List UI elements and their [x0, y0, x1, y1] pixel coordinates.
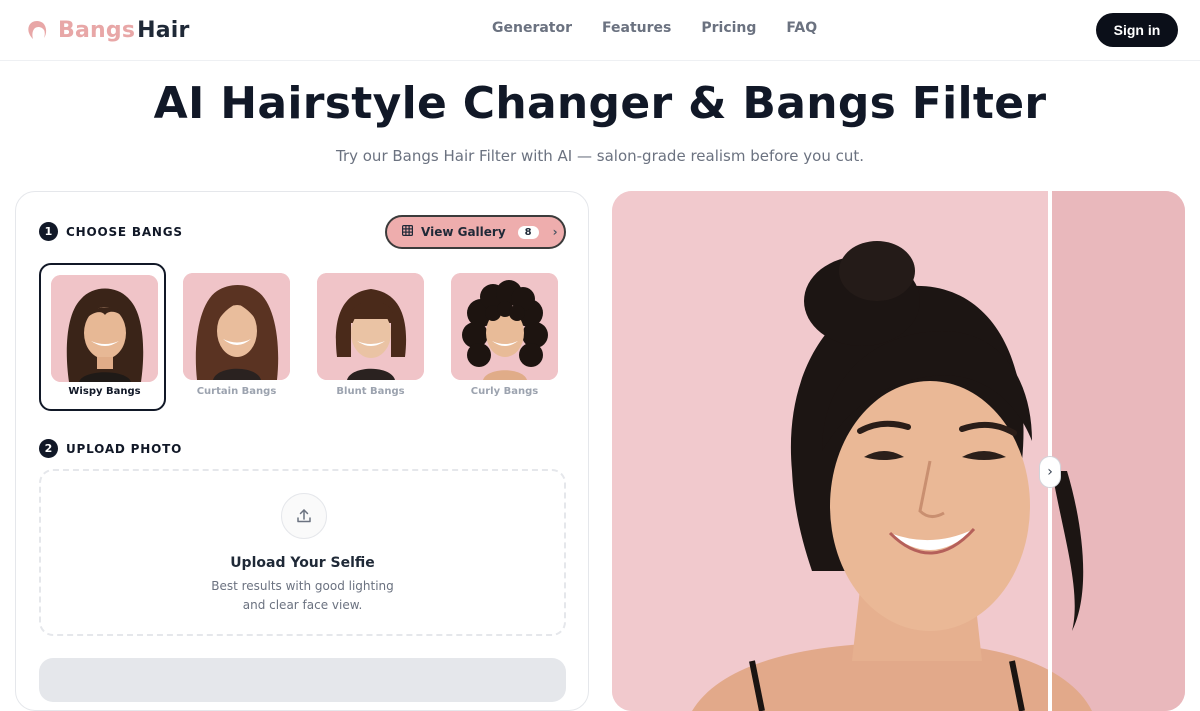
page-title: AI Hairstyle Changer & Bangs Filter — [153, 78, 1047, 129]
logo[interactable]: BangsHair — [26, 14, 190, 46]
style-label: Blunt Bangs — [336, 386, 405, 397]
gallery-count-badge: 8 — [517, 225, 539, 239]
step-choose-bangs: 1 CHOOSE BANGS — [39, 222, 183, 241]
upload-icon — [281, 493, 327, 539]
generate-button[interactable] — [39, 658, 566, 702]
comparison-divider[interactable] — [1048, 191, 1052, 711]
style-label: Curtain Bangs — [196, 386, 277, 397]
main-nav: Generator Features Pricing FAQ — [492, 20, 817, 36]
view-gallery-label: View Gallery — [421, 225, 506, 239]
style-label: Wispy Bangs — [68, 386, 141, 397]
style-label: Curly Bangs — [470, 386, 539, 397]
bangs-style-list: Wispy Bangs Curtain Bangs Blunt Bangs Cu… — [39, 263, 569, 411]
chevron-right-icon[interactable]: › — [1039, 456, 1061, 488]
grid-icon — [402, 225, 414, 239]
step-number: 2 — [39, 439, 58, 458]
wispy-bangs-thumbnail — [51, 275, 158, 382]
brand-name: BangsHair — [58, 18, 190, 43]
step-upload-photo: 2 UPLOAD PHOTO — [39, 439, 182, 458]
style-card-curtain-bangs[interactable]: Curtain Bangs — [173, 263, 300, 411]
brand-name-part2: Hair — [137, 17, 190, 43]
nav-faq[interactable]: FAQ — [786, 20, 817, 36]
sign-in-button[interactable]: Sign in — [1096, 13, 1178, 47]
upload-dropzone[interactable]: Upload Your Selfie Best results with goo… — [39, 469, 566, 636]
step-label: CHOOSE BANGS — [66, 224, 183, 239]
step-number: 1 — [39, 222, 58, 241]
upload-desc-line1: Best results with good lighting — [211, 579, 394, 593]
style-card-blunt-bangs[interactable]: Blunt Bangs — [307, 263, 434, 411]
page-subtitle: Try our Bangs Hair Filter with AI — salo… — [335, 147, 865, 165]
nav-pricing[interactable]: Pricing — [701, 20, 756, 36]
upload-title: Upload Your Selfie — [230, 555, 375, 571]
blunt-bangs-thumbnail — [317, 273, 424, 380]
preview-photo — [612, 191, 1185, 711]
logo-hair-icon — [26, 19, 48, 41]
step-label: UPLOAD PHOTO — [66, 441, 183, 456]
top-bar: BangsHair Generator Features Pricing FAQ… — [0, 0, 1200, 61]
view-gallery-button[interactable]: View Gallery 8 › — [385, 215, 566, 249]
style-card-wispy-bangs[interactable]: Wispy Bangs — [39, 263, 166, 411]
nav-features[interactable]: Features — [602, 20, 671, 36]
upload-desc-line2: and clear face view. — [242, 598, 363, 612]
chevron-right-icon: › — [552, 225, 558, 239]
curtain-bangs-thumbnail — [183, 273, 290, 380]
curly-bangs-thumbnail — [451, 273, 558, 380]
style-card-curly-bangs[interactable]: Curly Bangs — [441, 263, 568, 411]
brand-name-part1: Bangs — [58, 17, 136, 43]
nav-generator[interactable]: Generator — [492, 20, 572, 36]
generator-panel: 1 CHOOSE BANGS View Gallery 8 › Wispy Ba… — [15, 191, 589, 711]
before-after-preview[interactable]: › — [612, 191, 1185, 711]
upload-description: Best results with good lighting and clea… — [41, 577, 564, 615]
